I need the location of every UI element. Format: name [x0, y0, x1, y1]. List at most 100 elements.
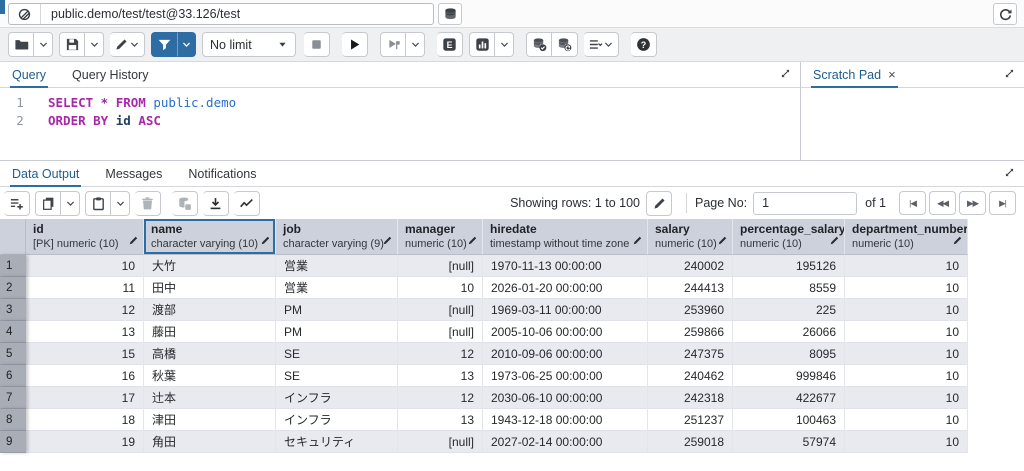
graph-visualiser-button[interactable] [234, 191, 260, 216]
grid-cell-department_number[interactable]: 10 [845, 409, 968, 431]
scratch-pad-editor[interactable] [801, 88, 1024, 159]
grid-cell-id[interactable]: 13 [26, 321, 144, 343]
grid-cell-hiredate[interactable]: 2010-09-06 00:00:00 [483, 343, 648, 365]
grid-cell-hiredate[interactable]: 2027-02-14 00:00:00 [483, 431, 648, 453]
grid-cell-department_number[interactable]: 10 [845, 321, 968, 343]
grid-cell-manager[interactable]: 12 [398, 387, 483, 409]
grid-cell-name[interactable]: 田中 [144, 277, 276, 299]
column-header-hiredate[interactable]: hiredatetimestamp without time zone [483, 219, 648, 255]
grid-cell-salary[interactable]: 247375 [648, 343, 733, 365]
sql-line[interactable]: SELECT * FROM public.demo [48, 94, 236, 112]
grid-cell-hiredate[interactable]: 1969-03-11 00:00:00 [483, 299, 648, 321]
tab-query-history[interactable]: Query History [70, 62, 150, 88]
grid-cell-department_number[interactable]: 10 [845, 277, 968, 299]
explain-button[interactable]: E [437, 32, 463, 57]
edit-row-range-button[interactable] [646, 191, 672, 216]
grid-cell-salary[interactable]: 242318 [648, 387, 733, 409]
grid-cell-job[interactable]: PM [276, 321, 398, 343]
edit-menu-button[interactable] [110, 32, 145, 57]
tab-messages[interactable]: Messages [103, 161, 164, 187]
row-number[interactable]: 8 [0, 409, 26, 431]
grid-cell-salary[interactable]: 251237 [648, 409, 733, 431]
paste-menu-button[interactable] [111, 191, 130, 216]
expand-scratch-pad-icon[interactable] [1004, 68, 1015, 79]
grid-cell-hiredate[interactable]: 2005-10-06 00:00:00 [483, 321, 648, 343]
refresh-button[interactable] [993, 3, 1017, 25]
sql-editor[interactable]: 12 SELECT * FROM public.demoORDER BY id … [0, 88, 800, 159]
row-number[interactable]: 3 [0, 299, 26, 321]
grid-cell-manager[interactable]: [null] [398, 321, 483, 343]
grid-cell-manager[interactable]: [null] [398, 299, 483, 321]
row-number[interactable]: 5 [0, 343, 26, 365]
grid-cell-manager[interactable]: 10 [398, 277, 483, 299]
edit-column-icon[interactable] [952, 235, 963, 246]
edit-column-icon[interactable] [632, 235, 643, 246]
grid-cell-job[interactable]: SE [276, 343, 398, 365]
save-file-button[interactable] [59, 32, 85, 57]
grid-cell-id[interactable]: 18 [26, 409, 144, 431]
column-header-id[interactable]: id[PK] numeric (10) [26, 219, 144, 255]
grid-cell-job[interactable]: SE [276, 365, 398, 387]
grid-cell-name[interactable]: 津田 [144, 409, 276, 431]
column-header-percentage_salary[interactable]: percentage_salarynumeric (10) [733, 219, 845, 255]
grid-cell-name[interactable]: 秋葉 [144, 365, 276, 387]
next-page-button[interactable]: ▶▶ [959, 191, 986, 215]
grid-cell-hiredate[interactable]: 2026-01-20 00:00:00 [483, 277, 648, 299]
grid-cell-job[interactable]: PM [276, 299, 398, 321]
save-data-button[interactable] [172, 191, 198, 216]
filter-menu-button[interactable] [177, 32, 196, 57]
grid-cell-id[interactable]: 10 [26, 255, 144, 277]
paste-button[interactable] [85, 191, 111, 216]
grid-cell-job[interactable]: インフラ [276, 387, 398, 409]
grid-cell-name[interactable]: 大竹 [144, 255, 276, 277]
grid-cell-name[interactable]: 角田 [144, 431, 276, 453]
copy-button[interactable] [35, 191, 61, 216]
tab-scratch-pad[interactable]: Scratch Pad × [811, 62, 898, 88]
edit-column-icon[interactable] [382, 235, 393, 246]
cancel-query-button[interactable] [304, 32, 330, 57]
row-number[interactable]: 2 [0, 277, 26, 299]
grid-cell-hiredate[interactable]: 1970-11-13 00:00:00 [483, 255, 648, 277]
tab-data-output[interactable]: Data Output [10, 161, 81, 187]
grid-cell-department_number[interactable]: 10 [845, 365, 968, 387]
grid-cell-job[interactable]: 営業 [276, 255, 398, 277]
open-file-button[interactable] [8, 32, 34, 57]
grid-cell-department_number[interactable]: 10 [845, 387, 968, 409]
tab-notifications[interactable]: Notifications [186, 161, 258, 187]
grid-cell-percentage_salary[interactable]: 8095 [733, 343, 845, 365]
edit-column-icon[interactable] [829, 235, 840, 246]
edit-column-icon[interactable] [467, 235, 478, 246]
page-no-input[interactable] [753, 192, 857, 215]
grid-cell-manager[interactable]: 13 [398, 365, 483, 387]
grid-cell-percentage_salary[interactable]: 8559 [733, 277, 845, 299]
prev-page-button[interactable]: ◀◀ [929, 191, 956, 215]
grid-cell-manager[interactable]: [null] [398, 431, 483, 453]
grid-cell-department_number[interactable]: 10 [845, 431, 968, 453]
edit-column-icon[interactable] [717, 235, 728, 246]
copy-menu-button[interactable] [61, 191, 80, 216]
column-header-name[interactable]: namecharacter varying (10) [144, 219, 276, 255]
add-row-button[interactable] [4, 191, 30, 216]
edit-column-icon[interactable] [260, 235, 271, 246]
grid-cell-hiredate[interactable]: 1943-12-18 00:00:00 [483, 409, 648, 431]
commit-button[interactable] [526, 32, 552, 57]
execute-button[interactable] [342, 32, 368, 57]
edit-column-icon[interactable] [128, 235, 139, 246]
execute-menu-button[interactable] [406, 32, 425, 57]
explain-analyze-button[interactable] [469, 32, 495, 57]
grid-cell-salary[interactable]: 259018 [648, 431, 733, 453]
first-page-button[interactable]: |◀ [899, 191, 926, 215]
grid-cell-job[interactable]: インフラ [276, 409, 398, 431]
open-file-menu-button[interactable] [34, 32, 53, 57]
row-number[interactable]: 6 [0, 365, 26, 387]
grid-cell-id[interactable]: 11 [26, 277, 144, 299]
expand-output-icon[interactable] [1004, 167, 1015, 178]
row-number[interactable]: 1 [0, 255, 26, 277]
grid-cell-name[interactable]: 高橋 [144, 343, 276, 365]
macro-menu-button[interactable] [584, 32, 619, 57]
grid-cell-id[interactable]: 16 [26, 365, 144, 387]
grid-cell-percentage_salary[interactable]: 100463 [733, 409, 845, 431]
rollback-button[interactable] [552, 32, 578, 57]
grid-cell-manager[interactable]: 12 [398, 343, 483, 365]
grid-cell-department_number[interactable]: 10 [845, 255, 968, 277]
